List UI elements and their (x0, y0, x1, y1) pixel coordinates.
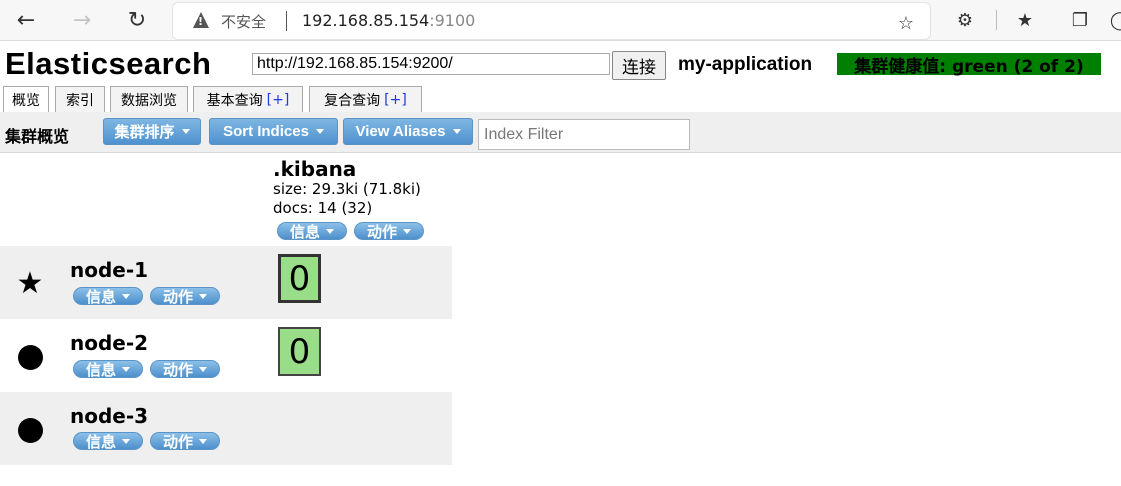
node-action-label: 动作 (162, 360, 193, 378)
tab-label: 基本查询 (206, 92, 263, 109)
cluster-name: my-application (678, 54, 813, 75)
sort-indices-button[interactable]: Sort Indices (209, 118, 338, 145)
toolbar-separator (996, 10, 997, 30)
view-aliases-label: View Aliases (355, 123, 446, 140)
extensions-icon[interactable]: ⚙ (953, 8, 977, 32)
node-row: node-2 信息 动作 0 (0, 319, 452, 392)
add-favorite-icon[interactable]: ☆ (894, 11, 918, 35)
index-action-button[interactable]: 动作 (354, 222, 424, 240)
browser-toolbar: ← → ↻ 不安全 192.168.85.154:9100 ☆ ⚙ ★ ❐ ◯ (0, 0, 1121, 41)
cluster-sort-label: 集群排序 (114, 124, 175, 141)
tab-label: 数据浏览 (121, 92, 177, 109)
chevron-down-icon (452, 129, 461, 134)
cluster-health-badge: 集群健康值: green (2 of 2) (837, 53, 1101, 77)
tab-label: 概览 (12, 93, 40, 109)
index-info-button[interactable]: 信息 (277, 222, 347, 240)
master-star-icon: ★ (16, 266, 44, 301)
chevron-down-icon (199, 366, 207, 372)
cluster-sort-button[interactable]: 集群排序 (103, 118, 201, 145)
node-name: node-1 (70, 258, 149, 282)
address-bar[interactable]: 不安全 192.168.85.154:9100 ☆ (172, 2, 931, 40)
tab-bar: 概览 索引 数据浏览 基本查询 [+] 复合查询 [+] (0, 86, 1121, 113)
shard-primary[interactable]: 0 (278, 254, 321, 303)
node-info-label: 信息 (85, 360, 116, 378)
node-action-label: 动作 (162, 287, 193, 305)
url-text: 192.168.85.154:9100 (302, 11, 475, 30)
tab-indices[interactable]: 索引 (55, 86, 105, 112)
view-aliases-button[interactable]: View Aliases (343, 118, 473, 145)
node-name: node-2 (70, 331, 149, 355)
tab-basic-query[interactable]: 基本查询 [+] (193, 86, 303, 112)
node-info-label: 信息 (85, 432, 116, 450)
address-separator (286, 11, 287, 31)
chevron-down-icon (122, 438, 130, 444)
tab-overview[interactable]: 概览 (3, 86, 49, 113)
tab-compound-query[interactable]: 复合查询 [+] (309, 86, 422, 112)
collections-icon[interactable]: ❐ (1068, 8, 1092, 32)
node-action-button[interactable]: 动作 (150, 360, 220, 378)
tab-plus[interactable]: [+] (267, 92, 290, 108)
warning-icon (193, 12, 209, 28)
chevron-down-icon (181, 129, 190, 134)
index-filter-input[interactable] (478, 119, 690, 150)
reload-icon[interactable]: ↻ (123, 6, 151, 34)
chevron-down-icon (199, 293, 207, 299)
tab-plus[interactable]: [+] (384, 92, 407, 108)
connect-url-input[interactable] (252, 53, 610, 75)
favorites-icon[interactable]: ★ (1013, 8, 1037, 32)
connect-button[interactable]: 连接 (612, 51, 666, 80)
profile-icon[interactable]: ◯ (1108, 8, 1121, 32)
chevron-down-icon (199, 438, 207, 444)
chevron-down-icon (403, 228, 411, 234)
security-label: 不安全 (221, 13, 267, 31)
url-host: 192.168.85.154 (302, 11, 430, 30)
index-info-label: 信息 (289, 222, 320, 240)
chevron-down-icon (122, 366, 130, 372)
node-action-button[interactable]: 动作 (150, 287, 220, 305)
node-action-button[interactable]: 动作 (150, 432, 220, 450)
tab-browser[interactable]: 数据浏览 (110, 86, 188, 112)
node-dot-icon (17, 417, 43, 443)
forward-arrow-icon[interactable]: → (68, 6, 96, 34)
index-name: .kibana (273, 157, 357, 181)
node-name: node-3 (70, 404, 149, 428)
node-dot-icon (17, 344, 43, 370)
index-action-label: 动作 (366, 222, 397, 240)
app-title: Elasticsearch (5, 46, 212, 81)
index-size: size: 29.3ki (71.8ki) (273, 180, 421, 198)
tab-label: 复合查询 (324, 92, 381, 109)
url-port: :9100 (429, 11, 476, 30)
node-info-button[interactable]: 信息 (73, 287, 143, 305)
chevron-down-icon (122, 293, 130, 299)
index-docs: docs: 14 (32) (273, 199, 373, 217)
node-row: node-3 信息 动作 (0, 392, 452, 465)
back-arrow-icon[interactable]: ← (12, 6, 40, 34)
node-row: ★ node-1 信息 动作 0 (0, 246, 452, 319)
sort-indices-label: Sort Indices (223, 123, 309, 140)
node-info-label: 信息 (85, 287, 116, 305)
overview-toolbar: 集群概览 集群排序 Sort Indices View Aliases (0, 112, 1121, 153)
overview-title: 集群概览 (5, 127, 70, 146)
node-action-label: 动作 (162, 432, 193, 450)
node-info-button[interactable]: 信息 (73, 360, 143, 378)
tab-label: 索引 (66, 92, 94, 109)
node-info-button[interactable]: 信息 (73, 432, 143, 450)
shard-replica[interactable]: 0 (278, 327, 321, 376)
chevron-down-icon (315, 129, 324, 134)
chevron-down-icon (326, 228, 334, 234)
